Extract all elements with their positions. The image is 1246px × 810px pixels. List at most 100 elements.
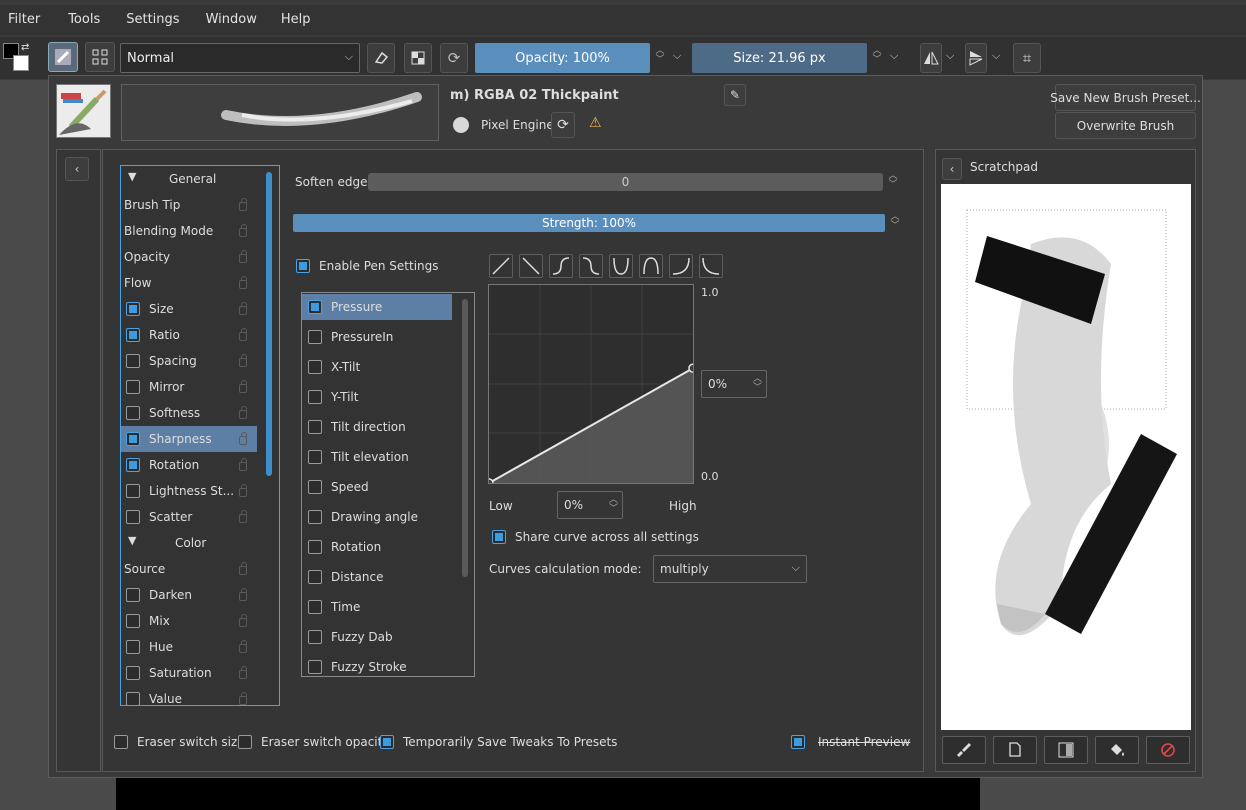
bucket-fill-button[interactable]	[1095, 736, 1139, 764]
lock-icon[interactable]	[239, 458, 247, 471]
sensor-checkbox[interactable]	[308, 300, 322, 314]
opacity-stepper[interactable]: ︿ ﹀	[654, 47, 666, 65]
sensor-item[interactable]: Drawing angle	[302, 504, 452, 530]
curve-value-input[interactable]: 0% ︿ ﹀	[701, 370, 767, 398]
curve-preset-button[interactable]	[699, 254, 723, 278]
sensor-item[interactable]: Tilt elevation	[302, 444, 452, 470]
general-option-item[interactable]: Flow	[121, 270, 257, 296]
lock-icon[interactable]	[239, 406, 247, 419]
sensor-checkbox[interactable]	[308, 420, 322, 434]
lock-icon[interactable]	[239, 510, 247, 523]
curve-point[interactable]	[484, 478, 494, 488]
menu-settings[interactable]: Settings	[118, 5, 187, 35]
size-slider[interactable]: Size: 21.96 px	[692, 43, 867, 73]
general-header[interactable]: ▼ General	[121, 166, 257, 192]
save-new-preset-button[interactable]: Save New Brush Preset...	[1050, 84, 1201, 111]
general-option-checkbox[interactable]	[126, 458, 140, 472]
color-option-checkbox[interactable]	[126, 588, 140, 602]
curve-value-stepper[interactable]: ︿ ﹀	[753, 375, 762, 393]
size-stepper[interactable]: ︿ ﹀	[871, 47, 883, 65]
eraser-opacity-checkbox[interactable]	[238, 735, 252, 749]
sensor-checkbox[interactable]	[308, 660, 322, 674]
general-option-item[interactable]: Scatter	[121, 504, 257, 530]
color-swatch[interactable]: ⇄	[3, 42, 31, 71]
general-option-checkbox[interactable]	[126, 380, 140, 394]
scratchpad-canvas[interactable]	[941, 184, 1191, 730]
chevron-down-icon[interactable]: ⌵	[946, 49, 954, 63]
color-option-checkbox[interactable]	[126, 692, 140, 705]
opacity-slider[interactable]: Opacity: 100%	[475, 43, 650, 73]
strength-slider[interactable]: Strength: 100%	[293, 214, 885, 232]
curve-preset-button[interactable]	[669, 254, 693, 278]
save-tweaks-setting[interactable]: Temporarily Save Tweaks To Presets	[380, 735, 617, 749]
collapse-left-button[interactable]: ‹	[65, 157, 89, 181]
instant-preview-checkbox[interactable]	[791, 735, 805, 749]
curve-preset-button[interactable]	[579, 254, 603, 278]
sensor-item[interactable]: PressureIn	[302, 324, 452, 350]
clear-page-button[interactable]	[993, 736, 1037, 764]
sensor-checkbox[interactable]	[308, 330, 322, 344]
color-option-item[interactable]: Saturation	[121, 660, 257, 686]
rename-preset-button[interactable]: ✎	[724, 84, 746, 106]
color-option-item[interactable]: Hue	[121, 634, 257, 660]
curve-preset-button[interactable]	[639, 254, 663, 278]
sensor-item[interactable]: Pressure	[302, 294, 452, 320]
reload-engine-button[interactable]: ⟳	[551, 112, 575, 138]
curve-point[interactable]	[688, 363, 698, 373]
eraser-mode-button[interactable]	[367, 43, 395, 73]
general-option-item[interactable]: Mirror	[121, 374, 257, 400]
eraser-switch-opacity[interactable]: Eraser switch opacity	[238, 735, 389, 749]
brush-presets-button[interactable]	[48, 42, 78, 72]
reload-preset-button[interactable]: ⟳	[440, 43, 468, 73]
color-option-item[interactable]: Darken	[121, 582, 257, 608]
mirror-horizontal-button[interactable]	[920, 43, 942, 73]
mirror-vertical-button[interactable]	[965, 43, 987, 73]
color-option-item[interactable]: Value	[121, 686, 257, 705]
preserve-alpha-button[interactable]	[404, 43, 432, 73]
sensor-checkbox[interactable]	[308, 540, 322, 554]
sensor-item[interactable]: Speed	[302, 474, 452, 500]
general-option-checkbox[interactable]	[126, 406, 140, 420]
sensor-checkbox[interactable]	[308, 510, 322, 524]
lock-icon[interactable]	[239, 692, 247, 705]
share-curve-setting[interactable]: Share curve across all settings	[492, 530, 699, 544]
sensor-item[interactable]: Fuzzy Dab	[302, 624, 452, 650]
lock-icon[interactable]	[239, 562, 247, 575]
calc-mode-select[interactable]: multiply ⌵	[653, 555, 807, 583]
general-option-item[interactable]: Lightness St...	[121, 478, 257, 504]
overwrite-brush-button[interactable]: Overwrite Brush	[1055, 112, 1196, 139]
soften-edge-stepper[interactable]: ︿ ﹀	[887, 172, 899, 190]
sensor-item[interactable]: Distance	[302, 564, 452, 590]
general-option-item[interactable]: Blending Mode	[121, 218, 257, 244]
color-option-item[interactable]: Mix	[121, 608, 257, 634]
share-curve-checkbox[interactable]	[492, 530, 506, 544]
color-option-checkbox[interactable]	[126, 614, 140, 628]
lock-icon[interactable]	[239, 276, 247, 289]
range-value-input[interactable]: 0% ︿ ﹀	[557, 491, 623, 519]
lock-icon[interactable]	[239, 302, 247, 315]
lock-icon[interactable]	[239, 224, 247, 237]
sensor-checkbox[interactable]	[308, 480, 322, 494]
general-option-item[interactable]: Spacing	[121, 348, 257, 374]
blend-mode-select[interactable]: Normal ⌵	[120, 43, 360, 73]
sensor-item[interactable]: Tilt direction	[302, 414, 452, 440]
general-option-item[interactable]: Brush Tip	[121, 192, 257, 218]
general-option-item[interactable]: Sharpness	[121, 426, 257, 452]
curve-preset-button[interactable]	[609, 254, 633, 278]
general-option-item[interactable]: Ratio	[121, 322, 257, 348]
lock-icon[interactable]	[239, 484, 247, 497]
lock-icon[interactable]	[239, 328, 247, 341]
menu-help[interactable]: Help	[273, 5, 319, 35]
reset-button[interactable]	[1146, 736, 1190, 764]
general-option-checkbox[interactable]	[126, 328, 140, 342]
general-option-checkbox[interactable]	[126, 302, 140, 316]
lock-icon[interactable]	[239, 588, 247, 601]
chevron-down-icon[interactable]: ⌵	[992, 49, 1000, 63]
lock-icon[interactable]	[239, 640, 247, 653]
lock-icon[interactable]	[239, 666, 247, 679]
general-option-checkbox[interactable]	[126, 354, 140, 368]
soften-edge-slider[interactable]: 0	[368, 173, 883, 191]
general-option-checkbox[interactable]	[126, 484, 140, 498]
range-value-stepper[interactable]: ︿ ﹀	[609, 496, 618, 514]
color-option-checkbox[interactable]	[126, 666, 140, 680]
